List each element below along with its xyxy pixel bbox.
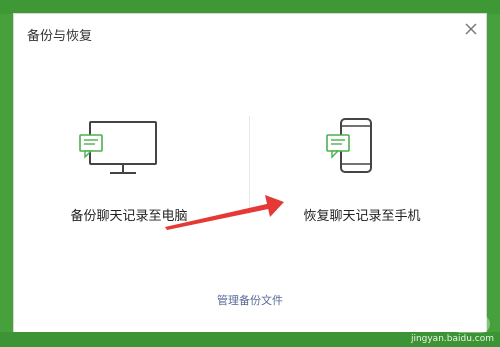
watermark-text: jingyan.baidu.com: [410, 334, 494, 344]
background-top: [0, 0, 500, 14]
watermark-logo: [452, 315, 490, 333]
red-arrow-annotation: [165, 195, 284, 230]
backup-restore-dialog: 备份与恢复 备份聊天记录至电脑 恢复聊天记录至手机 管理备份文件: [14, 14, 486, 332]
